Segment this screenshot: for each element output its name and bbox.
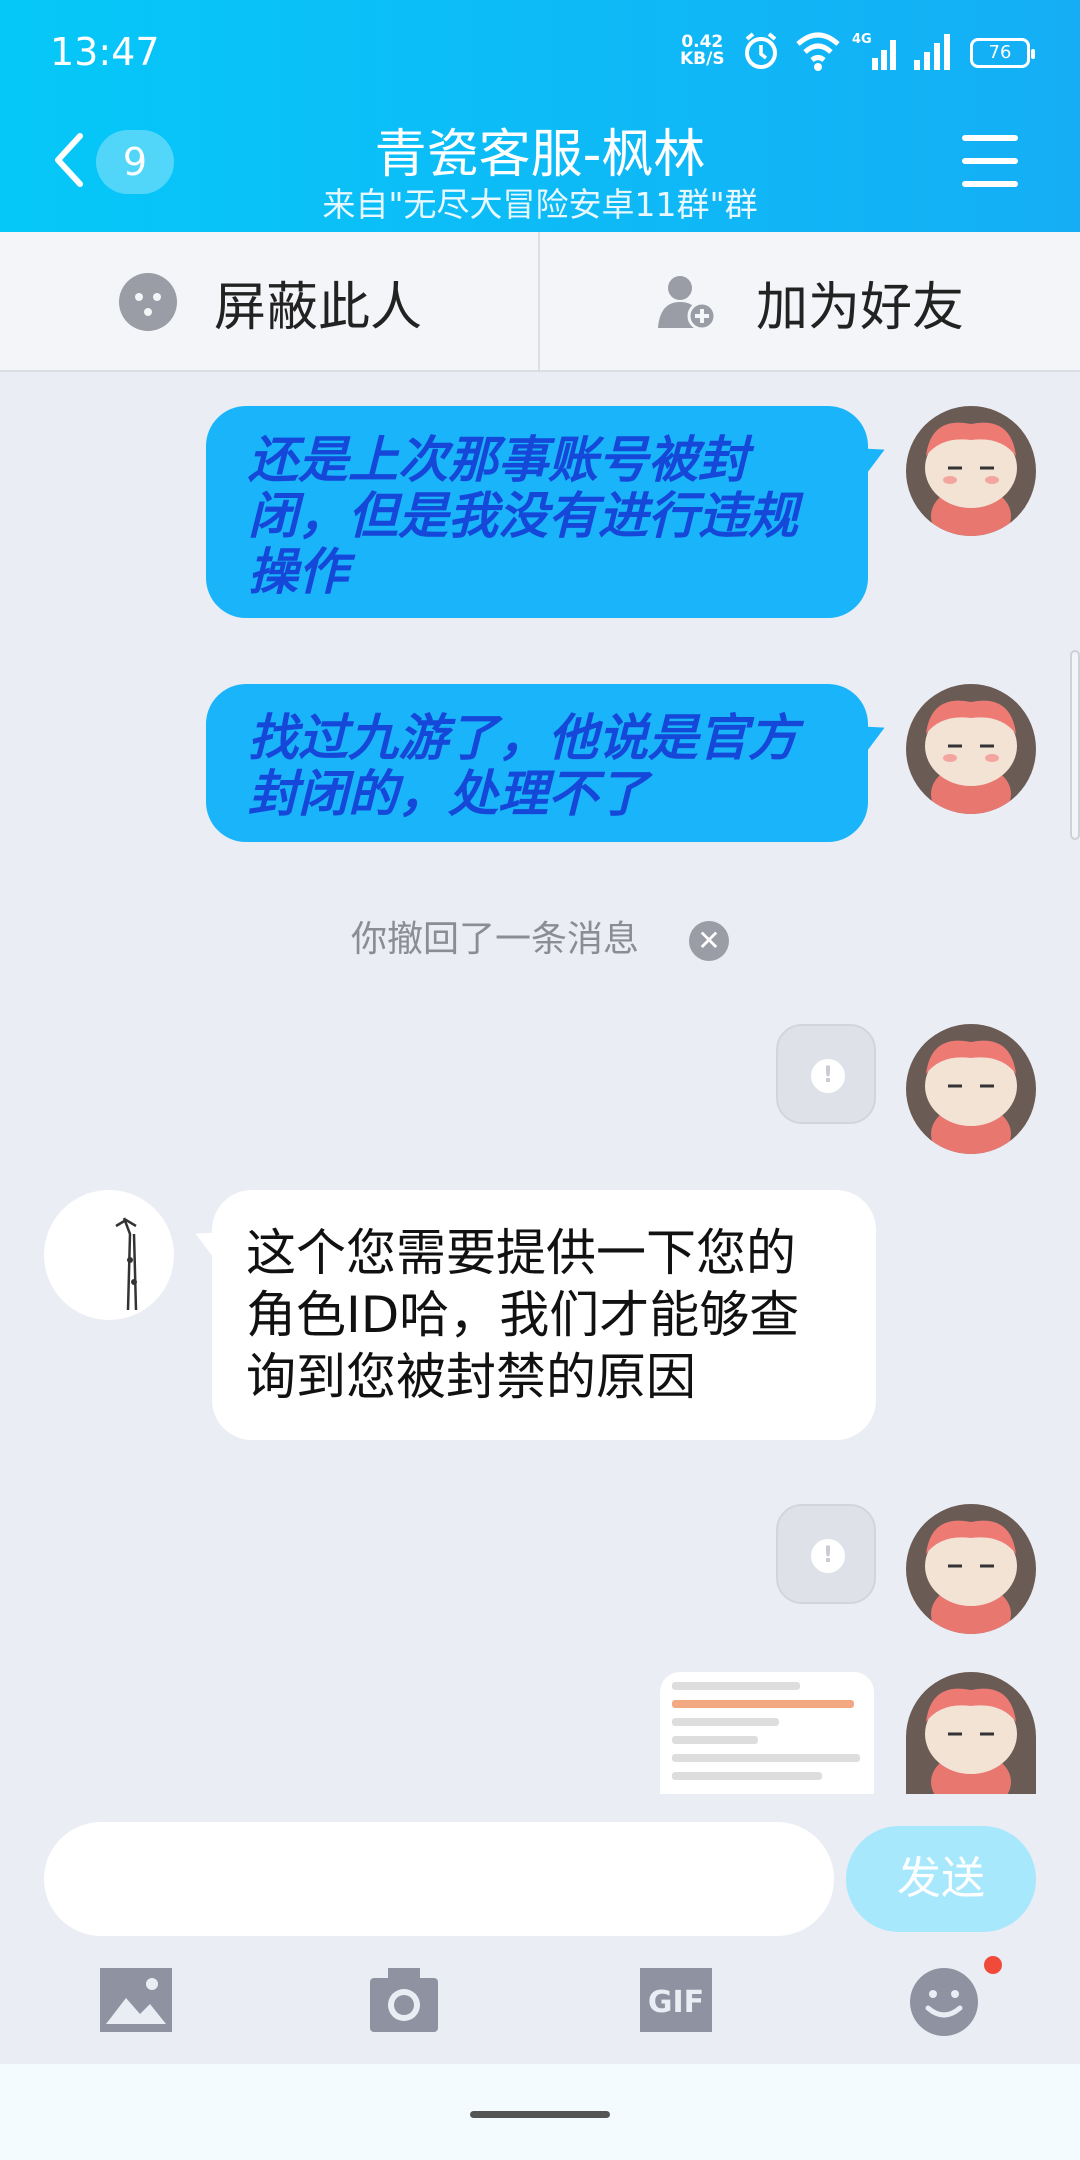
message-bubble-outgoing[interactable]: 还是上次那事账号被封闭，但是我没有进行违规操作 — [206, 406, 868, 618]
add-friend-label: 加为好友 — [755, 277, 964, 338]
warning-icon: ! — [811, 1059, 845, 1093]
chat-header: 13:47 0.42 KB/S 4G 76 9 青瓷客服-枫林 来自"无尽大冒险… — [0, 0, 1080, 232]
gif-label: GIF — [648, 1985, 704, 2020]
block-user-button[interactable]: 屏蔽此人 — [0, 232, 540, 372]
alarm-icon — [745, 32, 777, 69]
menu-icon[interactable] — [962, 135, 1018, 187]
camera-icon[interactable] — [364, 1960, 444, 2040]
notification-dot — [984, 1956, 1002, 1974]
gif-icon[interactable]: GIF — [636, 1960, 716, 2040]
image-icon[interactable] — [96, 1960, 176, 2040]
status-time: 13:47 — [50, 30, 160, 74]
recall-notice: 你撤回了一条消息 ✕ — [0, 910, 1080, 962]
action-bar: 屏蔽此人 加为好友 — [0, 232, 1080, 372]
contact-avatar[interactable] — [44, 1190, 174, 1320]
close-icon[interactable]: ✕ — [689, 921, 729, 961]
chat-title: 青瓷客服-枫林 — [374, 125, 706, 185]
block-face-icon — [118, 273, 177, 331]
message-text: 还是上次那事账号被封闭，但是我没有进行违规操作 — [248, 431, 798, 601]
failed-message[interactable]: ! — [776, 1504, 876, 1604]
emoji-icon[interactable] — [904, 1960, 984, 2040]
block-user-label: 屏蔽此人 — [213, 277, 422, 338]
my-avatar[interactable] — [906, 1504, 1036, 1634]
message-input[interactable] — [44, 1822, 834, 1936]
my-avatar[interactable] — [906, 1672, 1036, 1794]
add-friend-icon — [657, 276, 717, 331]
image-message-thumbnail[interactable] — [660, 1672, 874, 1794]
net-speed: 0.42 KB/S — [680, 34, 725, 68]
warning-icon: ! — [811, 1539, 845, 1573]
my-avatar[interactable] — [906, 684, 1036, 814]
recall-notice-text: 你撤回了一条消息 — [350, 919, 639, 960]
failed-message[interactable]: ! — [776, 1024, 876, 1124]
signal-4g-icon: 4G — [852, 32, 896, 70]
svg-text:4G: 4G — [852, 32, 872, 47]
my-avatar[interactable] — [906, 406, 1036, 536]
signal-icon — [914, 34, 950, 70]
my-avatar[interactable] — [906, 1024, 1036, 1154]
input-bar: 发送 GIF — [0, 1800, 1080, 2062]
home-indicator[interactable] — [470, 2111, 610, 2118]
message-text: 这个您需要提供一下您的角色ID哈，我们才能够查询到您被封禁的原因 — [246, 1224, 800, 1406]
battery-indicator: 76 — [970, 38, 1035, 68]
net-speed-unit: KB/S — [680, 49, 725, 69]
message-bubble-outgoing[interactable]: 找过九游了，他说是官方封闭的，处理不了 — [206, 684, 868, 842]
scroll-indicator[interactable] — [1070, 650, 1080, 840]
message-bubble-incoming[interactable]: 这个您需要提供一下您的角色ID哈，我们才能够查询到您被封禁的原因 — [212, 1190, 876, 1440]
system-nav-bar — [0, 2064, 1080, 2160]
message-text: 找过九游了，他说是官方封闭的，处理不了 — [248, 709, 798, 823]
status-bar: 13:47 0.42 KB/S 4G 76 — [0, 0, 1080, 108]
add-friend-button[interactable]: 加为好友 — [540, 232, 1080, 372]
send-button[interactable]: 发送 — [846, 1826, 1036, 1932]
wifi-icon — [796, 32, 840, 71]
chat-subtitle: 来自"无尽大冒险安卓11群"群 — [322, 185, 758, 224]
